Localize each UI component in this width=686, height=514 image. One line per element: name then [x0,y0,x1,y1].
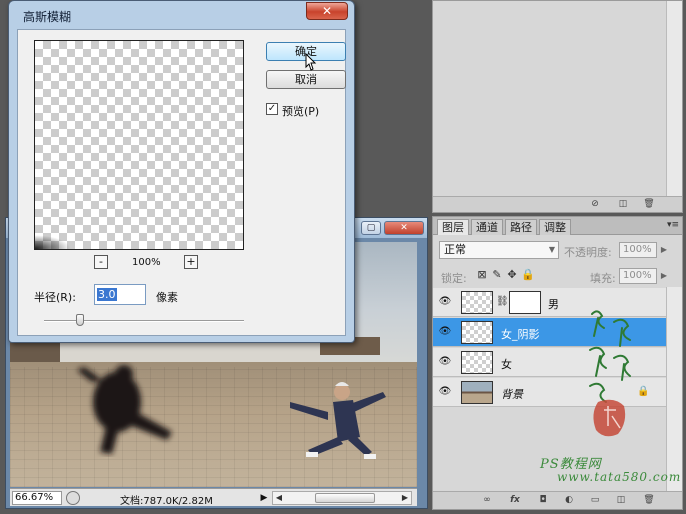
layer-mask-thumbnail[interactable] [509,291,541,314]
scroll-left-icon[interactable]: ◀ [273,492,285,504]
panel-tabbar: 图层 通道 路径 调整 ▾≡ [433,217,682,235]
scrollbar-thumb[interactable] [315,493,375,503]
lock-label: 锁定: [441,272,467,285]
layer-name[interactable]: 女 [501,356,512,372]
cancel-button[interactable]: 取消 [266,70,346,89]
panel-footer: ⊘ ◫ 🗑 [433,196,682,212]
layers-footer: ∞ fx ◘ ◐ ▭ ◫ 🗑 [433,491,682,509]
layer-name[interactable]: 男 [548,296,559,312]
fx-icon[interactable]: fx [509,495,521,506]
blend-mode-value: 正常 [444,243,466,256]
layer-name[interactable]: 女_阴影 [501,326,540,342]
preview-shadow [35,235,71,249]
horizontal-scrollbar[interactable]: ◀ ▶ [272,491,412,505]
watermark-site-url: www.tata580.com [557,470,682,484]
lock-pixels-icon[interactable]: ✎ [491,269,503,281]
new-layer-icon[interactable]: ◫ [615,495,627,506]
fill-label: 填充: [590,272,616,285]
man-figure [290,382,386,459]
preview-zoom-level: 100% [132,257,161,268]
tab-channels[interactable]: 通道 [471,219,503,235]
no-icon[interactable]: ⊘ [589,199,601,210]
zoom-in-button[interactable]: + [184,255,198,269]
blur-preview[interactable] [34,40,244,250]
radius-label: 半径(R): [34,291,76,304]
lock-transparency-icon[interactable]: ⊠ [476,269,488,281]
blend-mode-select[interactable]: 正常 ▼ [439,241,559,259]
shadow-figure [77,365,172,454]
calligraphy-watermark [589,310,631,437]
radius-input[interactable]: 3.0 [94,284,146,305]
panel-menu-icon[interactable]: ▾≡ [667,220,679,230]
radius-value: 3.0 [97,288,117,301]
lock-all-icon[interactable]: 🔒 [521,269,535,281]
layer-thumbnail[interactable] [461,351,493,374]
dialog-titlebar[interactable]: 高斯模糊 ✕ [9,1,354,29]
link-layers-icon[interactable]: ∞ [481,495,493,506]
radius-unit: 像素 [156,291,178,304]
trash-icon[interactable]: 🗑 [643,495,655,506]
visibility-eye-icon[interactable]: 👁 [438,386,452,398]
layer-thumbnail[interactable] [461,381,493,404]
layer-name[interactable]: 背景 [501,386,523,402]
opacity-arrow-icon[interactable]: ▶ [658,242,670,258]
tab-layers[interactable]: 图层 [437,219,469,235]
lock-position-icon[interactable]: ✥ [506,269,518,281]
radius-slider-thumb[interactable] [76,314,84,326]
preview-label: 预览(P) [282,105,320,118]
status-info-icon[interactable] [66,491,80,505]
fill-arrow-icon[interactable]: ▶ [658,268,670,284]
panel-scrollbar[interactable] [666,1,682,197]
visibility-eye-icon[interactable]: 👁 [438,326,452,338]
layers-scrollbar[interactable] [666,287,682,491]
fill-field[interactable]: 100% [619,268,657,284]
tab-adjustments[interactable]: 调整 [539,219,571,235]
zoom-out-button[interactable]: - [94,255,108,269]
chevron-down-icon: ▼ [548,245,555,254]
document-status-bar: 66.67% 文档:787.0K/2.82M ▶ ◀ ▶ [10,488,417,507]
layer-thumbnail[interactable] [461,321,493,344]
opacity-label: 不透明度: [564,246,612,259]
dialog-title: 高斯模糊 [23,10,72,24]
status-menu-arrow-icon[interactable]: ▶ [258,491,270,505]
cursor-icon [305,53,317,71]
chain-link-icon[interactable]: ⛓ [496,296,509,307]
layer-thumbnail[interactable] [461,291,493,314]
mask-icon[interactable]: ◘ [537,495,549,506]
restore-icon[interactable]: ▢ [361,221,381,235]
scroll-right-icon[interactable]: ▶ [399,492,411,504]
visibility-eye-icon[interactable]: 👁 [438,296,452,308]
close-icon[interactable]: ✕ [384,221,424,235]
group-icon[interactable]: ▭ [589,495,601,506]
preview-checkbox[interactable]: ✓ [266,103,278,115]
radius-slider-track[interactable] [44,320,244,322]
new-snapshot-icon[interactable]: ◫ [617,199,629,210]
visibility-eye-icon[interactable]: 👁 [438,356,452,368]
adjustment-icon[interactable]: ◐ [563,495,575,506]
tab-paths[interactable]: 路径 [505,219,537,235]
dialog-body: - 100% + 半径(R): 3.0 像素 确定 取消 ✓ 预览(P) [17,29,346,336]
trash-icon[interactable]: 🗑 [643,199,655,210]
history-panel: ⊘ ◫ 🗑 [432,0,683,213]
zoom-field[interactable]: 66.67% [12,491,62,505]
document-info: 文档:787.0K/2.82M [120,496,213,507]
close-icon[interactable]: ✕ [306,2,348,20]
gaussian-blur-dialog[interactable]: 高斯模糊 ✕ - 100% + 半径(R): 3.0 像素 确定 取消 ✓ 预览… [8,0,355,343]
opacity-field[interactable]: 100% [619,242,657,258]
